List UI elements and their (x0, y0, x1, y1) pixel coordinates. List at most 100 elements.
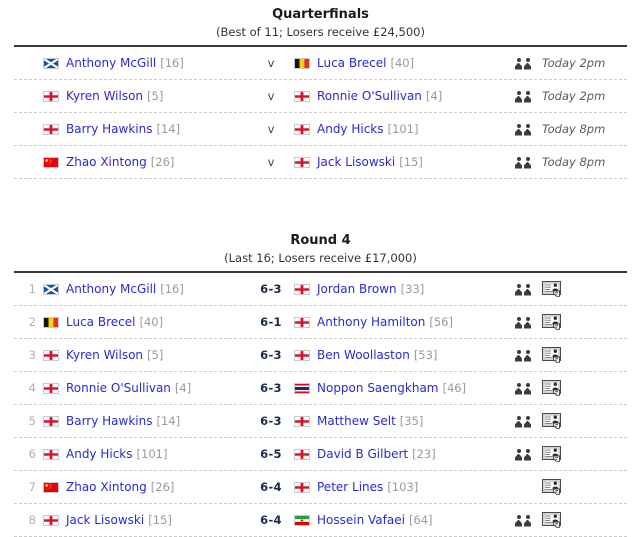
flag-england-icon (294, 283, 310, 295)
home-player-name[interactable]: Jack Lisowski (66, 513, 144, 527)
head-to-head-icon[interactable] (515, 283, 532, 296)
head-to-head-icon[interactable] (515, 57, 532, 70)
away-player-ranking: [40] (390, 56, 415, 70)
home-player-ranking: [5] (147, 89, 164, 103)
match-scorecard-icon[interactable] (542, 281, 561, 297)
away-player-name[interactable]: Jordan Brown (317, 282, 397, 296)
away-player-name[interactable]: Ronnie O'Sullivan (317, 89, 422, 103)
home-player-cell: Luca Brecel [40] (43, 315, 248, 329)
match-actions: Today 8pm (515, 122, 627, 136)
match-actions (515, 413, 627, 429)
home-player-name[interactable]: Kyren Wilson (66, 348, 143, 362)
head-to-head-icon[interactable] (515, 448, 532, 461)
home-player-name[interactable]: Anthony McGill (66, 56, 156, 70)
match-score: 6-3 (260, 381, 282, 395)
away-player-cell: Andy Hicks [101] (294, 122, 515, 136)
home-player-name[interactable]: Barry Hawkins (66, 414, 153, 428)
home-player-cell: Zhao Xintong [26] (43, 155, 248, 169)
home-player-name[interactable]: Zhao Xintong (66, 155, 147, 169)
away-player-name[interactable]: Matthew Selt (317, 414, 396, 428)
head-to-head-icon[interactable] (515, 382, 532, 395)
away-player-cell: Luca Brecel [40] (294, 56, 515, 70)
away-player-cell: Peter Lines [103] (294, 480, 515, 494)
home-player-cell: Ronnie O'Sullivan [4] (43, 381, 248, 395)
flag-england-icon (43, 382, 59, 394)
home-player-name[interactable]: Anthony McGill (66, 282, 156, 296)
away-player-name[interactable]: Luca Brecel (317, 56, 386, 70)
away-player-cell: David B Gilbert [23] (294, 447, 515, 461)
match-number: 1 (28, 282, 36, 296)
away-player-name[interactable]: Anthony Hamilton (317, 315, 425, 329)
flag-belgium-icon (294, 57, 310, 69)
match-scorecard-icon[interactable] (542, 413, 561, 429)
head-to-head-icon[interactable] (515, 90, 532, 103)
match-scorecard-icon[interactable] (542, 347, 561, 363)
home-player-ranking: [16] (160, 282, 184, 296)
home-player-ranking: [101] (136, 447, 168, 461)
away-player-name[interactable]: David B Gilbert (317, 447, 408, 461)
home-player-ranking: [15] (148, 513, 172, 527)
match-scorecard-icon[interactable] (542, 380, 561, 396)
match-scorecard-icon[interactable] (542, 314, 561, 330)
flag-scotland-icon (43, 283, 59, 295)
away-player-ranking: [101] (387, 122, 419, 136)
match-list: 1 Anthony McGill [16] 6-3 Jordan Brown [33] 2 L… (14, 273, 627, 537)
away-player-name[interactable]: Noppon Saengkham (317, 381, 439, 395)
match-time: Today 2pm (542, 56, 606, 70)
head-to-head-icon[interactable] (515, 514, 532, 527)
match-scorecard-icon[interactable] (542, 446, 561, 462)
away-player-name[interactable]: Ben Woollaston (317, 348, 410, 362)
home-player-name[interactable]: Ronnie O'Sullivan (66, 381, 171, 395)
flag-england-icon (294, 123, 310, 135)
home-player-cell: Anthony McGill [16] (43, 282, 248, 296)
tournament-results-page: Quarterfinals (Best of 11; Losers receive… (0, 0, 641, 537)
away-player-ranking: [15] (399, 155, 423, 169)
home-player-ranking: [26] (150, 155, 175, 169)
match-score: 6-3 (260, 348, 282, 362)
flag-china-icon (43, 481, 59, 493)
home-player-name[interactable]: Kyren Wilson (66, 89, 143, 103)
table-row: Zhao Xintong [26] v Jack Lisowski [15] Today … (14, 146, 627, 179)
home-player-name[interactable]: Barry Hawkins (66, 122, 153, 136)
head-to-head-icon[interactable] (515, 156, 532, 169)
flag-england-icon (43, 415, 59, 427)
head-to-head-icon[interactable] (515, 316, 532, 329)
home-player-name[interactable]: Andy Hicks (66, 447, 133, 461)
away-player-name[interactable]: Hossein Vafaei (317, 513, 405, 527)
home-player-name[interactable]: Zhao Xintong (66, 480, 147, 494)
flag-thailand-icon (294, 382, 310, 394)
home-player-cell: Kyren Wilson [5] (43, 89, 248, 103)
away-player-ranking: [53] (413, 348, 438, 362)
away-player-name[interactable]: Peter Lines (317, 480, 383, 494)
head-to-head-icon[interactable] (515, 415, 532, 428)
away-player-name[interactable]: Andy Hicks (317, 122, 384, 136)
away-player-cell: Ben Woollaston [53] (294, 348, 515, 362)
section-title: Quarterfinals (272, 7, 369, 22)
versus-separator: v (267, 155, 275, 169)
match-actions: Today 2pm (515, 89, 627, 103)
match-number: 4 (28, 381, 36, 395)
match-scorecard-icon[interactable] (542, 512, 561, 528)
flag-england-icon (43, 123, 59, 135)
match-scorecard-icon[interactable] (542, 479, 561, 495)
home-player-cell: Kyren Wilson [5] (43, 348, 248, 362)
flag-england-icon (294, 156, 310, 168)
table-row: 2 Luca Brecel [40] 6-1 Anthony Hamilton [56] (14, 306, 627, 339)
match-number: 7 (28, 480, 36, 494)
away-player-cell: Ronnie O'Sullivan [4] (294, 89, 515, 103)
home-player-ranking: [4] (174, 381, 192, 395)
flag-england-icon (294, 481, 310, 493)
head-to-head-icon[interactable] (515, 123, 532, 136)
head-to-head-icon[interactable] (515, 349, 532, 362)
home-player-cell: Andy Hicks [101] (43, 447, 248, 461)
away-player-ranking: [35] (399, 414, 424, 428)
flag-england-icon (43, 448, 59, 460)
table-row: 1 Anthony McGill [16] 6-3 Jordan Brown [33] (14, 273, 627, 306)
sections-container: Quarterfinals (Best of 11; Losers receive… (0, 0, 641, 537)
away-player-cell: Anthony Hamilton [56] (294, 315, 515, 329)
flag-england-icon (43, 90, 59, 102)
versus-separator: v (267, 89, 275, 103)
away-player-name[interactable]: Jack Lisowski (317, 155, 395, 169)
match-actions (515, 347, 627, 363)
home-player-name[interactable]: Luca Brecel (66, 315, 135, 329)
